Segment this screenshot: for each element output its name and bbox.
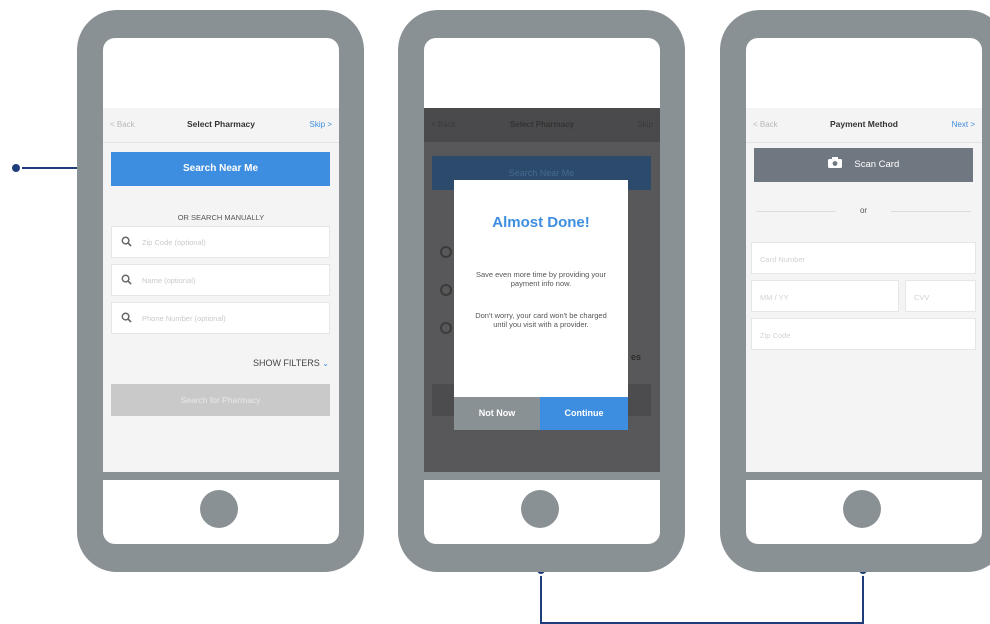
skip-button[interactable]: Skip > (310, 120, 332, 129)
chevron-down-icon: ⌄ (322, 359, 329, 368)
name-field[interactable]: Name (optional) (111, 264, 330, 296)
expiry-field[interactable]: MM / YY (751, 280, 899, 312)
phone-almost-done: < Back Select Pharmacy Skip Search Near … (398, 10, 685, 572)
show-filters-label: SHOW FILTERS (252, 358, 320, 368)
phone-number-field[interactable]: Phone Number (optional) (111, 302, 330, 334)
connector-dot-left-start (10, 162, 22, 174)
search-icon (121, 274, 132, 285)
scan-card-label: Scan Card (854, 159, 900, 170)
or-search-manually-label: OR SEARCH MANUALLY (177, 213, 265, 222)
phone-number-placeholder: Phone Number (optional) (142, 314, 226, 323)
page-title: Select Pharmacy (186, 119, 256, 129)
connector-line-bottom-v1 (540, 570, 542, 624)
phone-top-bezel (746, 38, 982, 108)
page-title-dimmed: Select Pharmacy (509, 120, 575, 129)
home-button (843, 490, 881, 528)
name-placeholder: Name (optional) (142, 276, 196, 285)
search-icon (440, 246, 452, 258)
cvv-placeholder: CVV (914, 293, 930, 302)
page-title: Payment Method (829, 119, 898, 129)
nav-bar: < Back Select Pharmacy Skip > (103, 108, 339, 143)
not-now-button[interactable]: Not Now (454, 397, 540, 430)
nav-bar: < Back Payment Method Next > (746, 108, 982, 143)
dialog-message-1: Save even more time by providing your pa… (475, 270, 607, 288)
zip-code-field[interactable]: Zip Code (751, 318, 976, 350)
zip-code-placeholder: Zip Code (optional) (142, 238, 206, 247)
nav-bar-dimmed: < Back Select Pharmacy Skip (424, 108, 660, 142)
card-number-placeholder: Card Number (760, 255, 806, 264)
skip-button-dimmed: Skip (637, 120, 653, 129)
continue-button[interactable]: Continue (540, 397, 628, 430)
search-near-me-button[interactable]: Search Near Me (111, 152, 330, 186)
cvv-field[interactable]: CVV (905, 280, 976, 312)
screen-almost-done: < Back Select Pharmacy Skip Search Near … (424, 108, 660, 472)
screen-payment-method: < Back Payment Method Next > Scan Card o… (746, 108, 982, 472)
show-filters-fragment: es (631, 352, 642, 362)
expiry-placeholder: MM / YY (760, 293, 789, 302)
home-button (521, 490, 559, 528)
card-number-field[interactable]: Card Number (751, 242, 976, 274)
zip-code-placeholder: Zip Code (760, 331, 791, 340)
connector-line-bottom-v2 (862, 570, 864, 624)
scan-card-button[interactable]: Scan Card (754, 148, 973, 182)
search-icon (440, 284, 452, 296)
search-for-pharmacy-button[interactable]: Search for Pharmacy (111, 384, 330, 416)
dialog-title: Almost Done! (492, 214, 590, 231)
search-icon (121, 312, 132, 323)
next-button[interactable]: Next > (952, 120, 975, 129)
or-divider: or (756, 206, 971, 216)
show-filters-toggle[interactable]: SHOW FILTERS ⌄ (253, 358, 329, 368)
home-button (200, 490, 238, 528)
dialog-message-2: Don't worry, your card won't be charged … (475, 311, 607, 329)
screen-select-pharmacy: < Back Select Pharmacy Skip > Search Nea… (103, 108, 339, 472)
phone-top-bezel (103, 38, 339, 108)
phone-select-pharmacy: < Back Select Pharmacy Skip > Search Nea… (77, 10, 364, 572)
almost-done-dialog: Almost Done! Save even more time by prov… (454, 180, 628, 430)
phone-top-bezel (424, 38, 660, 108)
camera-icon (827, 157, 842, 168)
search-icon (121, 236, 132, 247)
zip-code-field[interactable]: Zip Code (optional) (111, 226, 330, 258)
search-icon (440, 322, 452, 334)
phone-payment-method: < Back Payment Method Next > Scan Card o… (720, 10, 990, 572)
divider-line-right (891, 211, 971, 212)
